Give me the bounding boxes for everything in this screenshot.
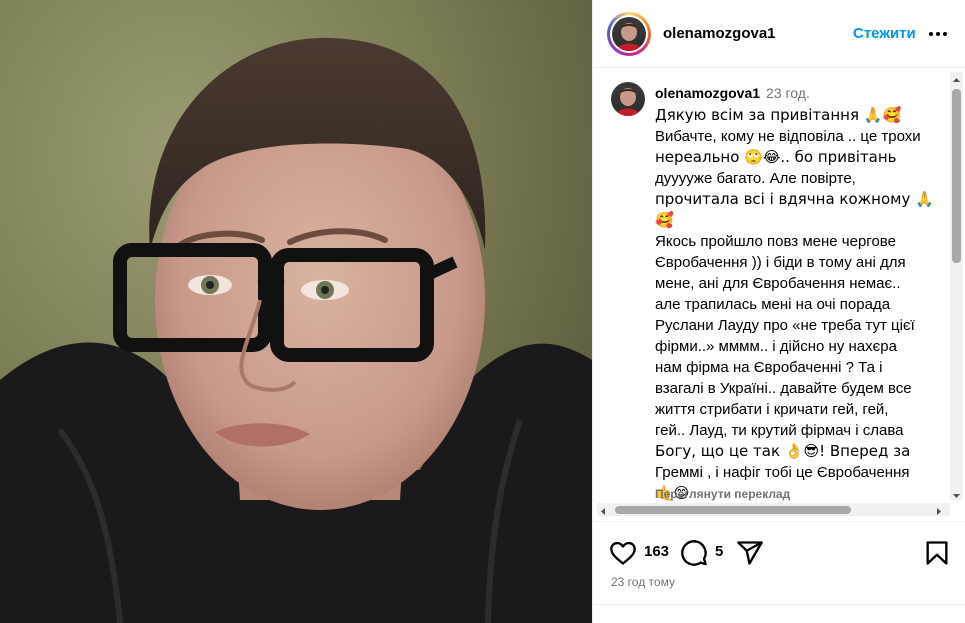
caption-line: Богу, що це так 👌😎! Вперед за — [655, 442, 911, 460]
caption-line: життя стрибати і кричати гей, гей, — [655, 401, 889, 418]
portrait-illustration — [0, 37, 592, 623]
caption-header: olenamozgova1 23 год. — [655, 85, 810, 101]
caption-line: Греммі , і нафіг тобі це Євробачення — [655, 464, 910, 481]
scroll-left-arrow-icon[interactable] — [598, 504, 609, 515]
avatar — [612, 17, 646, 51]
caption-line: 🥰 — [655, 211, 674, 229]
scroll-down-arrow-icon[interactable] — [951, 488, 962, 499]
divider — [593, 604, 965, 605]
caption-line: гей.. Лауд, ти крутий фірмач і слава — [655, 422, 904, 439]
scroll-right-arrow-icon[interactable] — [933, 504, 944, 515]
more-horizontal-icon[interactable] — [926, 22, 950, 46]
caption-username[interactable]: olenamozgova1 — [655, 85, 760, 101]
post-header: olenamozgova1 Стежити — [593, 0, 965, 68]
caption-line: Дякую всім за привітання 🙏🥰 — [655, 106, 902, 124]
likes-count[interactable]: 163 — [644, 543, 669, 560]
caption-line: фірми..» мммм.. і дійсно ну нахєра — [655, 338, 897, 355]
caption-avatar[interactable] — [611, 82, 645, 116]
caption-text: Дякую всім за привітання 🙏🥰 Вибачте, ком… — [655, 105, 955, 503]
post-timestamp[interactable]: 23 год тому — [611, 575, 675, 589]
post-actions-bar: 163 5 — [593, 535, 965, 569]
caption-line: взагалі в Україні.. давайте будем все — [655, 380, 912, 397]
divider — [593, 521, 965, 522]
header-username[interactable]: olenamozgova1 — [663, 25, 776, 42]
caption-line: нам фірма на Євробаченні ? Та і — [655, 359, 883, 376]
story-ring-avatar[interactable] — [607, 12, 651, 56]
caption-line: нереально 🙄😂.. бо привітань — [655, 148, 897, 166]
caption-line: Вибачте, кому не відповіла .. це трохи — [655, 128, 921, 145]
send-icon[interactable] — [736, 539, 764, 567]
caption-line: прочитала всі і вдячна кожному 🙏 — [655, 190, 934, 208]
comments-count[interactable]: 5 — [715, 543, 723, 560]
caption-line: мене, ані для Євробачення немає.. — [655, 275, 901, 292]
bookmark-icon[interactable] — [923, 539, 951, 567]
caption-line: але трапилась мені на очі порада — [655, 296, 891, 313]
post-side-panel: olenamozgova1 Стежити olenamozgova1 23 г… — [592, 0, 965, 623]
scroll-up-arrow-icon[interactable] — [951, 73, 962, 84]
vertical-scrollbar-thumb[interactable] — [952, 89, 961, 263]
horizontal-scrollbar-thumb[interactable] — [615, 506, 851, 514]
avatar-portrait-icon — [615, 88, 641, 116]
avatar-portrait-icon — [616, 23, 642, 51]
heart-icon[interactable] — [609, 539, 637, 567]
follow-button[interactable]: Стежити — [853, 25, 916, 42]
caption-area: olenamozgova1 23 год. Дякую всім за приві… — [593, 70, 958, 503]
see-translation-link[interactable]: Переглянути переклад — [655, 487, 790, 501]
caption-line: Якось пройшло повз мене чергове — [655, 233, 896, 250]
caption-time: 23 год. — [766, 85, 810, 101]
caption-line: Євробачення )) і біди в тому ані для — [655, 254, 906, 271]
post-photo[interactable] — [0, 0, 592, 623]
instagram-post: olenamozgova1 Стежити olenamozgova1 23 г… — [0, 0, 965, 623]
caption-line: дууууже багато. Але повірте, — [655, 170, 856, 187]
caption-line: Руслани Лауду про «не треба тут цієї — [655, 317, 915, 334]
comment-icon[interactable] — [680, 539, 708, 567]
